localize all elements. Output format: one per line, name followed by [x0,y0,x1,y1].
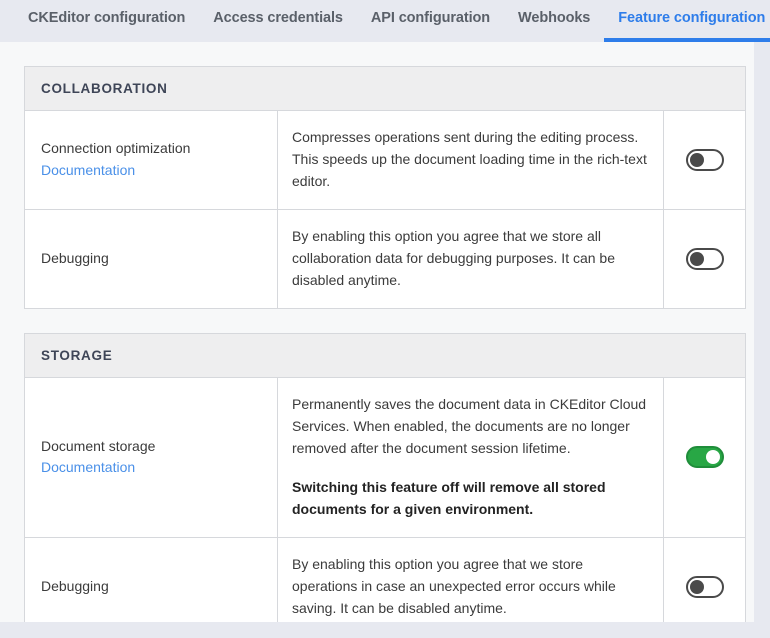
feature-description-cell: By enabling this option you agree that w… [278,537,664,622]
tab-access-credentials[interactable]: Access credentials [199,0,357,42]
feature-name-cell: Connection optimization Documentation [25,111,278,209]
feature-description-cell: Compresses operations sent during the ed… [278,111,664,209]
feature-name: Debugging [41,250,109,267]
toggle-switch[interactable] [685,148,724,171]
feature-description: By enabling this option you agree that w… [292,227,616,288]
feature-row: Document storage Documentation Permanently… [25,377,745,538]
feature-configuration-panel: Collaboration Connection optimization Docu… [0,42,754,622]
tab-label: Access credentials [213,10,343,26]
documentation-link[interactable]: Documentation [41,457,135,479]
toggle-switch[interactable] [685,575,724,598]
toggle-switch[interactable] [685,446,724,469]
feature-name-cell: Debugging [25,209,278,308]
feature-description-warning: Switching this feature off will remove a… [292,478,606,517]
toggle-knob [705,450,720,465]
feature-name: Connection optimization [41,140,191,157]
toggle-knob [689,251,704,266]
feature-description: Compresses operations sent during the ed… [292,129,647,189]
tab-feature-configuration[interactable]: Feature configuration [604,0,770,42]
documentation-link[interactable]: Documentation [41,160,135,182]
toggle-switch[interactable] [685,247,724,270]
feature-name: Debugging [41,577,109,594]
tab-webhooks[interactable]: Webhooks [504,0,604,42]
section-header: Collaboration [25,67,745,111]
section-header: Storage [25,333,745,378]
tab-label: Feature configuration [618,10,766,26]
feature-description: Permanently saves the document data in C… [292,395,647,456]
tab-label: API configuration [370,10,491,26]
feature-description: By enabling this option you agree that w… [292,555,616,616]
feature-toggle-cell [664,378,745,537]
feature-name: Document storage [41,437,156,454]
feature-toggle-cell [664,538,745,622]
feature-row: Debugging By enabling this option you agr… [25,209,745,308]
feature-row: Debugging By enabling this option you agr… [25,537,745,622]
feature-name-cell: Document storage Documentation [25,377,278,537]
toggle-knob [689,152,704,167]
section-card-storage: Storage Document storage Documentation Perm… [24,332,746,622]
feature-toggle-cell [664,210,745,308]
tab-api-configuration[interactable]: API configuration [357,0,504,42]
toggle-knob [689,579,704,594]
tab-bar: CKEditor configuration Access credentials… [0,0,770,42]
section-card-collaboration: Collaboration Connection optimization Docu… [24,66,746,309]
feature-toggle-cell [664,111,745,209]
tab-ckeditor-configuration[interactable]: CKEditor configuration [14,0,199,42]
feature-description-cell: By enabling this option you agree that w… [278,209,664,308]
feature-row: Connection optimization Documentation Comp… [25,111,745,210]
tab-label: CKEditor configuration [28,10,186,26]
feature-name-cell: Debugging [25,537,278,622]
feature-description-cell: Permanently saves the document data in C… [278,377,664,537]
tab-label: Webhooks [518,10,591,26]
